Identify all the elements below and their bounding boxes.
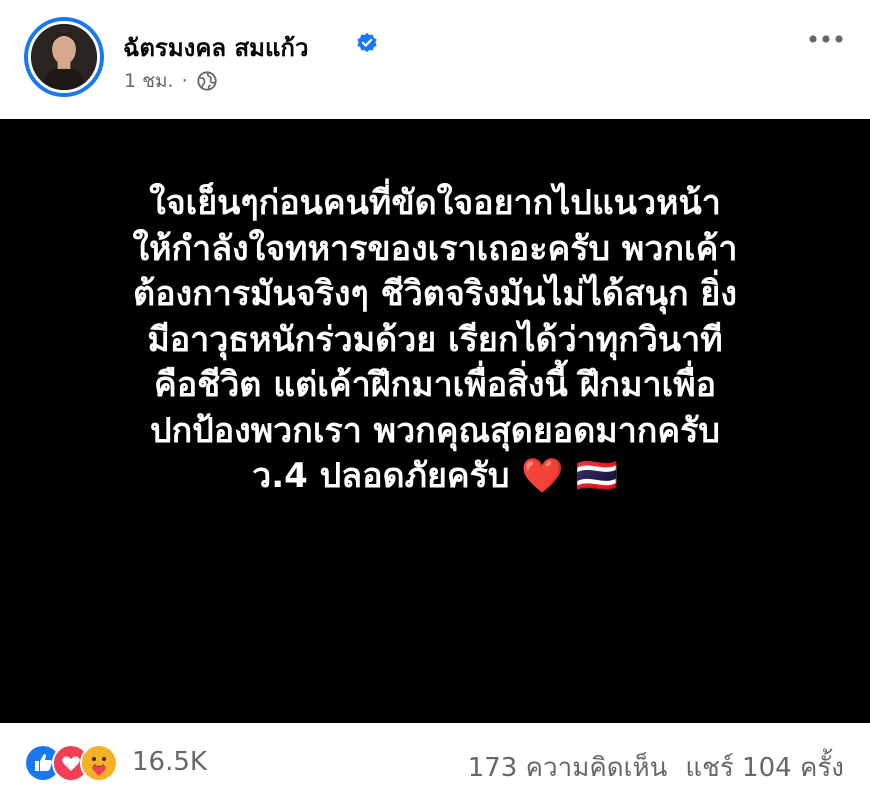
more-options-icon[interactable] [805,24,847,54]
reaction-icons[interactable] [24,744,118,782]
engagement-stats: 173 ความคิดเห็น แชร์ 104 ครั้ง [450,747,844,788]
post-text-line: ใจเย็นๆก่อนคนที่ขัดใจอยากไปแนวหน้า [149,183,721,223]
comments-count[interactable]: 173 ความคิดเห็น [468,753,668,783]
post-text-line: มีอาวุธหนักร่วมด้วย เรียกได้ว่าทุกวินาที [147,319,723,360]
post-time[interactable]: 1 ชม. [124,66,174,96]
post-meta: 1 ชม. · [124,66,218,96]
globe-icon [197,71,217,91]
avatar-image [28,21,100,93]
reaction-count[interactable]: 16.5K [132,747,207,777]
care-reaction-icon [80,744,118,782]
verified-badge-icon [357,32,377,53]
post-text-line: ให้กำลังใจทหารของเราเถอะครับ พวกเค้า [132,228,738,269]
post-content-card: ใจเย็นๆก่อนคนที่ขัดใจอยากไปแนวหน้า ให้กำ… [0,119,870,723]
post-text-line: คือชีวิต แต่เค้าฝึกมาเพื่อสิ่งนี้ ฝึกมาเ… [153,365,717,405]
meta-separator: · [181,70,188,92]
post-text-line: ต้องการมันจริงๆ ชีวิตจริงมันไม่ได้สนุก ย… [133,274,737,314]
post-header: ฉัตรมงคล สมแก้ว 1 ชม. · [0,0,870,118]
shares-count[interactable]: แชร์ 104 ครั้ง [685,753,844,783]
post-text: ใจเย็นๆก่อนคนที่ขัดใจอยากไปแนวหน้า ให้กำ… [0,181,870,500]
author-avatar[interactable] [24,17,104,97]
post-footer: 16.5K 173 ความคิดเห็น แชร์ 104 ครั้ง [0,723,870,799]
author-name[interactable]: ฉัตรมงคล สมแก้ว [123,28,308,67]
post-text-line: ปกป้องพวกเรา พวกคุณสุดยอดมากครับ [150,410,720,451]
post-text-line: ว.4 ปลอดภัยครับ ❤️ 🇹🇭 [252,456,618,496]
